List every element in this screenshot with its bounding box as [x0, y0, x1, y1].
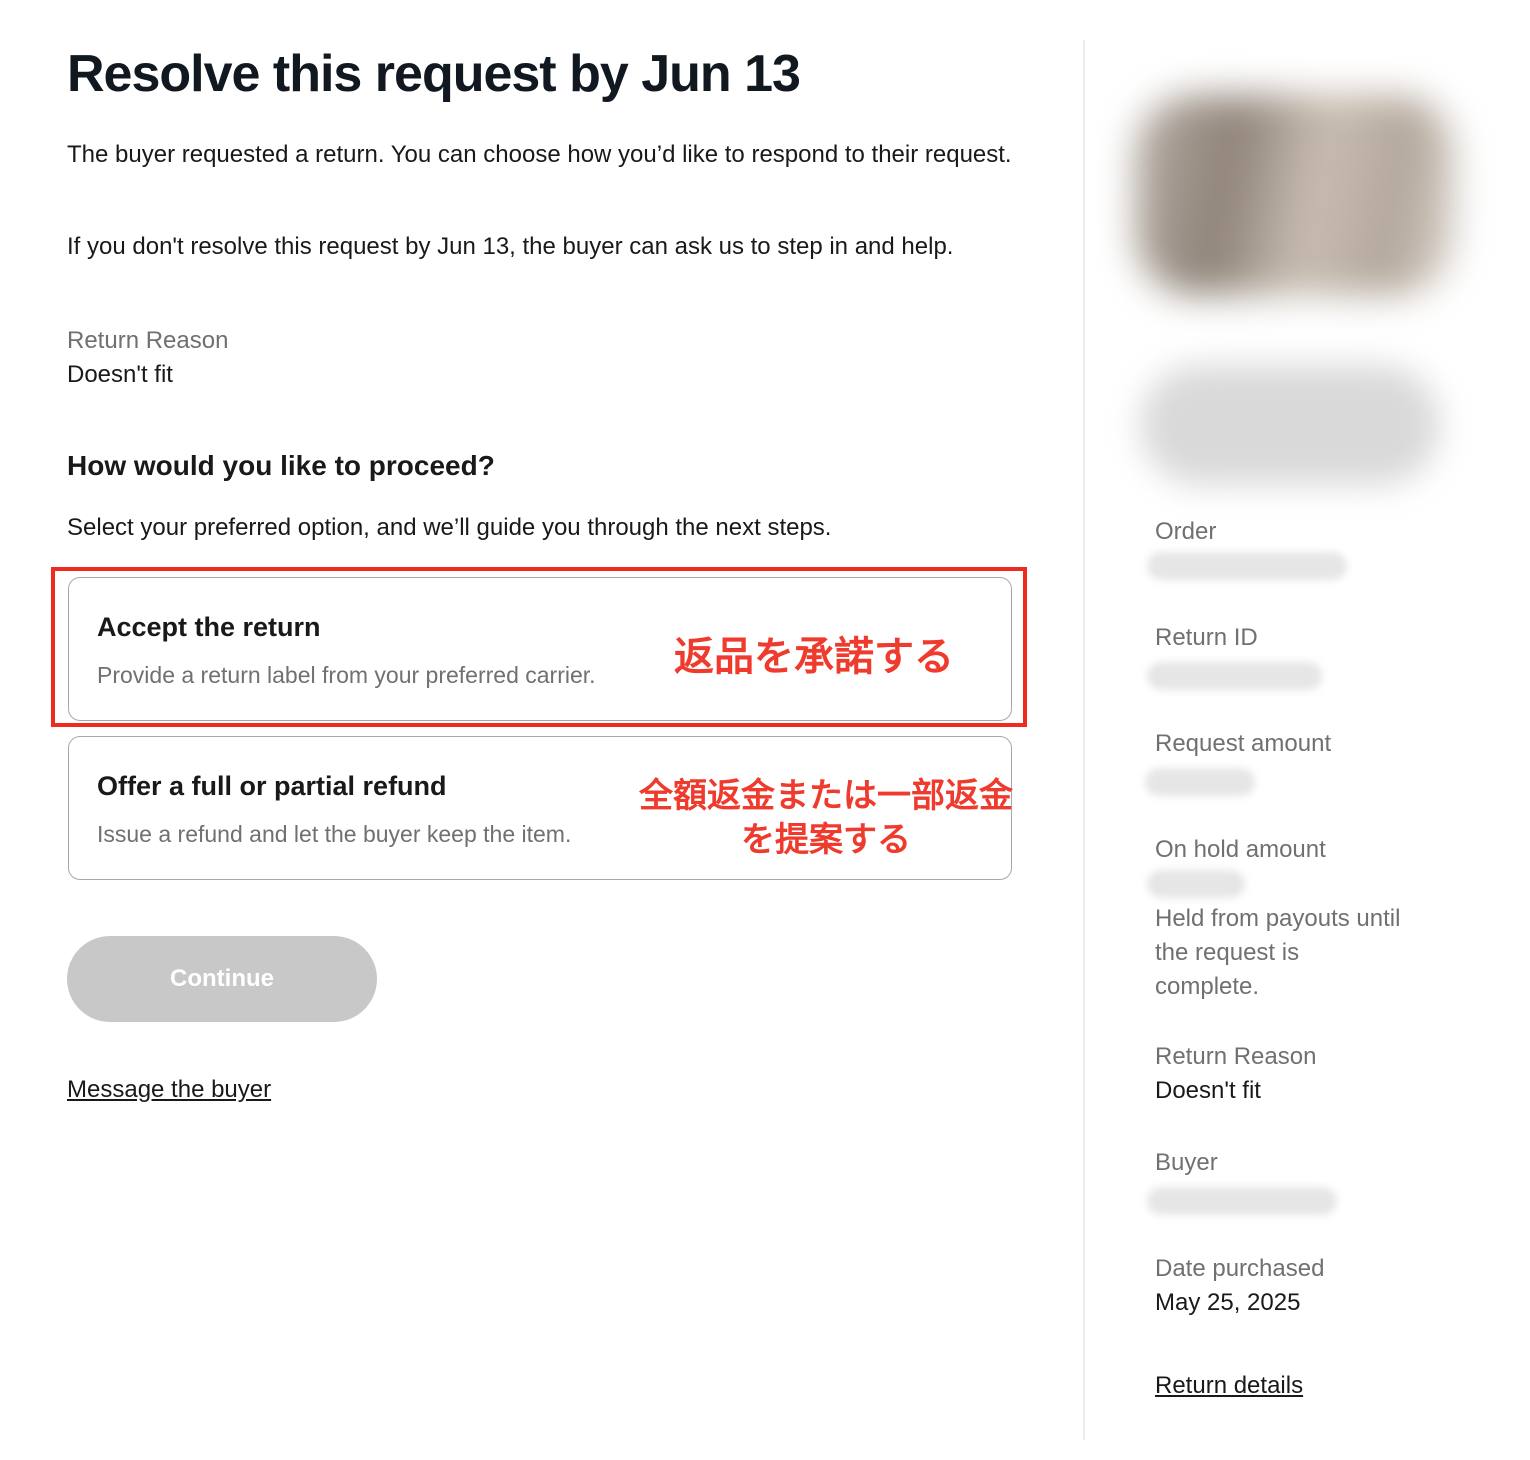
- return-id-redacted: [1147, 662, 1322, 690]
- order-label: Order: [1155, 518, 1217, 545]
- buyer-name-redacted: [1147, 1187, 1337, 1215]
- on-hold-note: Held from payouts until the request is c…: [1155, 905, 1401, 1000]
- date-purchased-label: Date purchased: [1155, 1255, 1325, 1282]
- on-hold-amount-redacted: [1147, 870, 1245, 898]
- main-panel: Resolve this request by Jun 13 The buyer…: [0, 0, 1084, 1460]
- message-buyer-link[interactable]: Message the buyer: [67, 1076, 271, 1104]
- request-amount-label: Request amount: [1155, 730, 1332, 757]
- continue-button[interactable]: Continue: [67, 936, 377, 1022]
- deadline-text: If you don't resolve this request by Jun…: [67, 233, 954, 260]
- intro-text: The buyer requested a return. You can ch…: [67, 141, 1012, 168]
- option-description: Issue a refund and let the buyer keep th…: [97, 821, 572, 847]
- page-title: Resolve this request by Jun 13: [67, 45, 801, 103]
- request-amount-redacted: [1145, 768, 1255, 796]
- order-number-redacted: [1147, 552, 1347, 580]
- sidebar-return-reason-label: Return Reason: [1155, 1043, 1317, 1070]
- sidebar-return-reason-value: Doesn't fit: [1155, 1077, 1261, 1104]
- return-reason-label: Return Reason: [67, 327, 229, 354]
- on-hold-amount-label: On hold amount: [1155, 836, 1326, 863]
- item-image-redacted: [1135, 95, 1455, 295]
- date-purchased-value: May 25, 2025: [1155, 1289, 1301, 1316]
- item-title-redacted: [1140, 365, 1440, 485]
- annotation-accept-return: 返品を承諾する: [674, 634, 954, 680]
- buyer-label: Buyer: [1155, 1149, 1218, 1176]
- return-reason-value: Doesn't fit: [67, 361, 173, 388]
- option-title: Offer a full or partial refund: [97, 771, 447, 801]
- return-id-label: Return ID: [1155, 624, 1258, 651]
- proceed-heading: How would you like to proceed?: [67, 450, 495, 481]
- annotation-offer-refund: 全額返金または一部返金を提案する: [639, 776, 1013, 860]
- return-details-link[interactable]: Return details: [1155, 1372, 1303, 1400]
- proceed-subtext: Select your preferred option, and we’ll …: [67, 514, 832, 541]
